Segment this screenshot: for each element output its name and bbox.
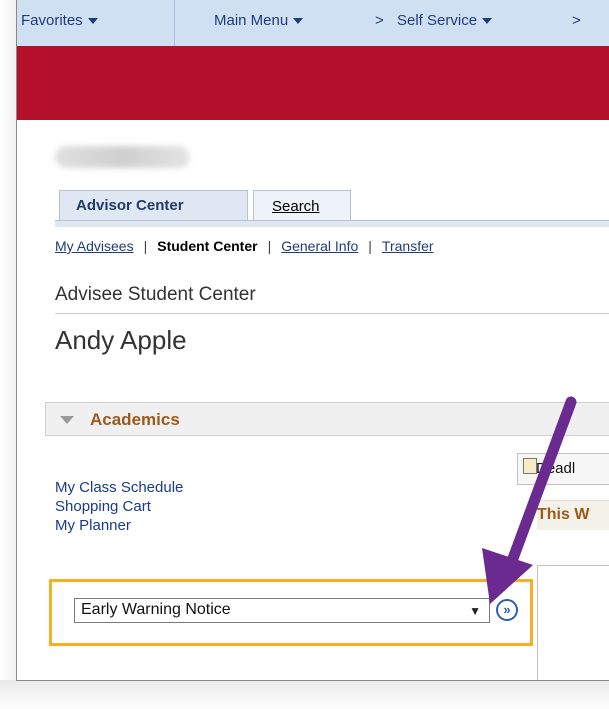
bottom-shadow: [0, 680, 609, 709]
left-shadow: [0, 0, 16, 709]
annotation-arrow-icon: [482, 396, 577, 604]
browser-page: Favorites Main Menu > Self Service > Adv…: [16, 0, 609, 681]
